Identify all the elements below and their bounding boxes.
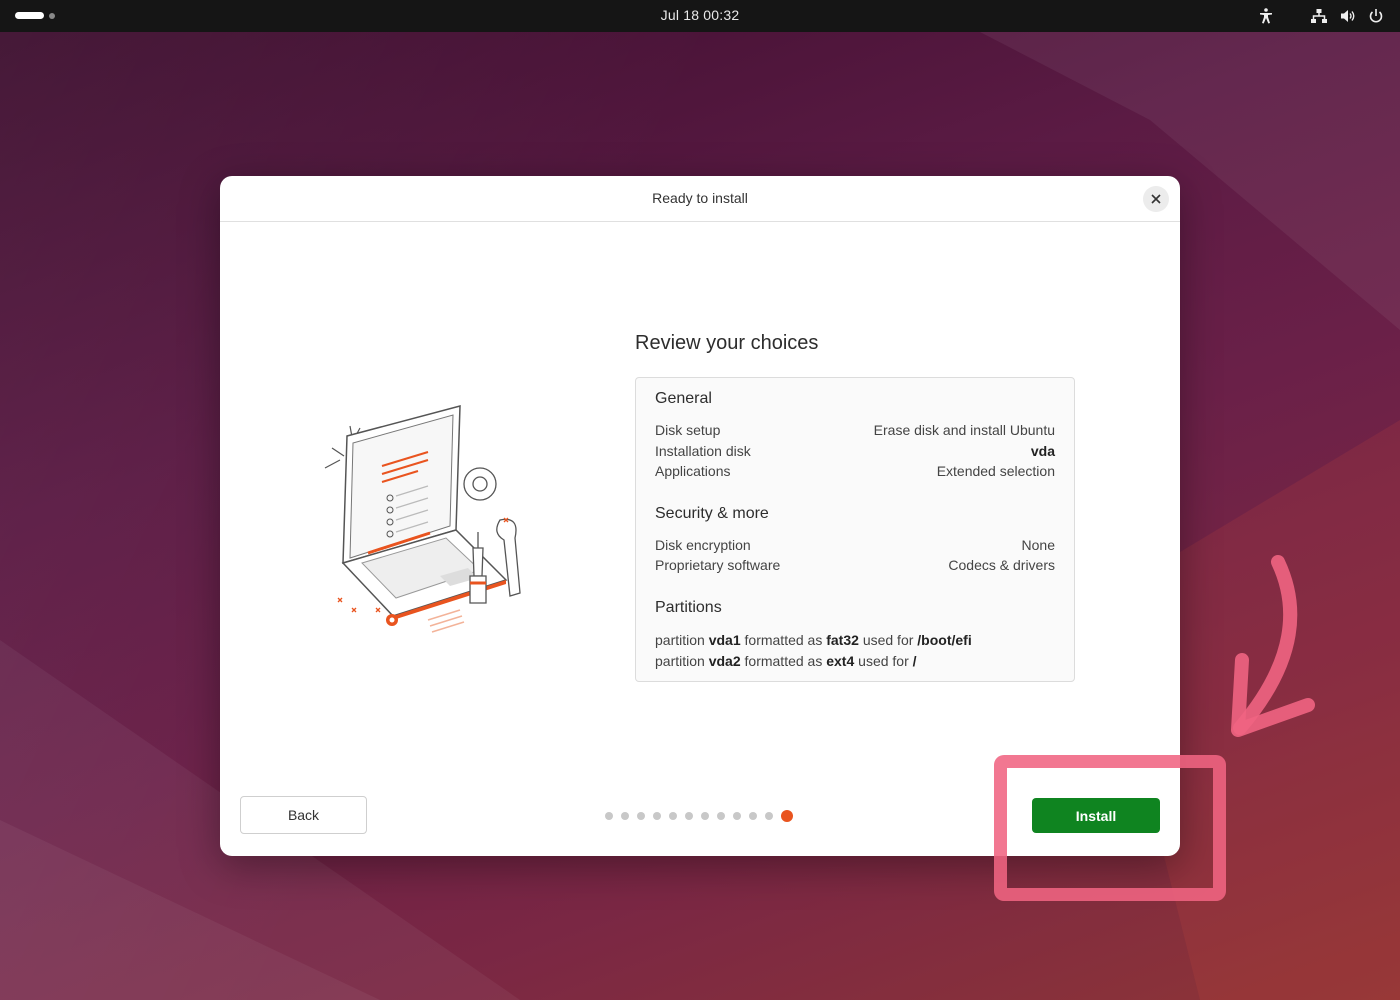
progress-dot <box>701 812 709 820</box>
progress-dot <box>637 812 645 820</box>
install-button[interactable]: Install <box>1032 798 1160 833</box>
progress-dot <box>605 812 613 820</box>
progress-dot <box>765 812 773 820</box>
progress-dot <box>717 812 725 820</box>
summary-row-proprietary-software: Proprietary software Codecs & drivers <box>655 557 1055 573</box>
power-icon[interactable] <box>1367 7 1385 25</box>
progress-dot <box>621 812 629 820</box>
progress-dot <box>685 812 693 820</box>
back-button[interactable]: Back <box>240 796 367 834</box>
progress-dot <box>669 812 677 820</box>
progress-dot <box>749 812 757 820</box>
accessibility-icon[interactable] <box>1257 7 1275 25</box>
summary-card: General Disk setup Erase disk and instal… <box>635 377 1075 682</box>
partitions-section-title: Partitions <box>655 599 722 616</box>
partition-line-vda2: partition vda2 formatted as ext4 used fo… <box>655 653 917 669</box>
summary-row-applications: Applications Extended selection <box>655 463 1055 479</box>
dialog-title: Ready to install <box>652 190 748 206</box>
summary-row-disk-setup: Disk setup Erase disk and install Ubuntu <box>655 422 1055 438</box>
clock[interactable]: Jul 18 00:32 <box>0 7 1400 23</box>
progress-dot <box>781 810 793 822</box>
summary-row-disk-encryption: Disk encryption None <box>655 537 1055 553</box>
security-section-title: Security & more <box>655 505 769 522</box>
dialog-header: Ready to install <box>220 176 1180 222</box>
close-icon <box>1151 194 1161 204</box>
summary-row-installation-disk: Installation disk vda <box>655 443 1055 459</box>
progress-dot <box>733 812 741 820</box>
close-button[interactable] <box>1143 186 1169 212</box>
review-heading: Review your choices <box>635 332 819 354</box>
progress-dot <box>653 812 661 820</box>
installer-dialog: Ready to install Review your choices Gen… <box>220 176 1180 856</box>
volume-icon[interactable] <box>1339 7 1357 25</box>
network-icon[interactable] <box>1310 7 1328 25</box>
laptop-tools-illustration <box>324 405 521 633</box>
top-bar: Jul 18 00:32 <box>0 0 1400 32</box>
partition-line-vda1: partition vda1 formatted as fat32 used f… <box>655 632 972 648</box>
general-section-title: General <box>655 390 712 407</box>
